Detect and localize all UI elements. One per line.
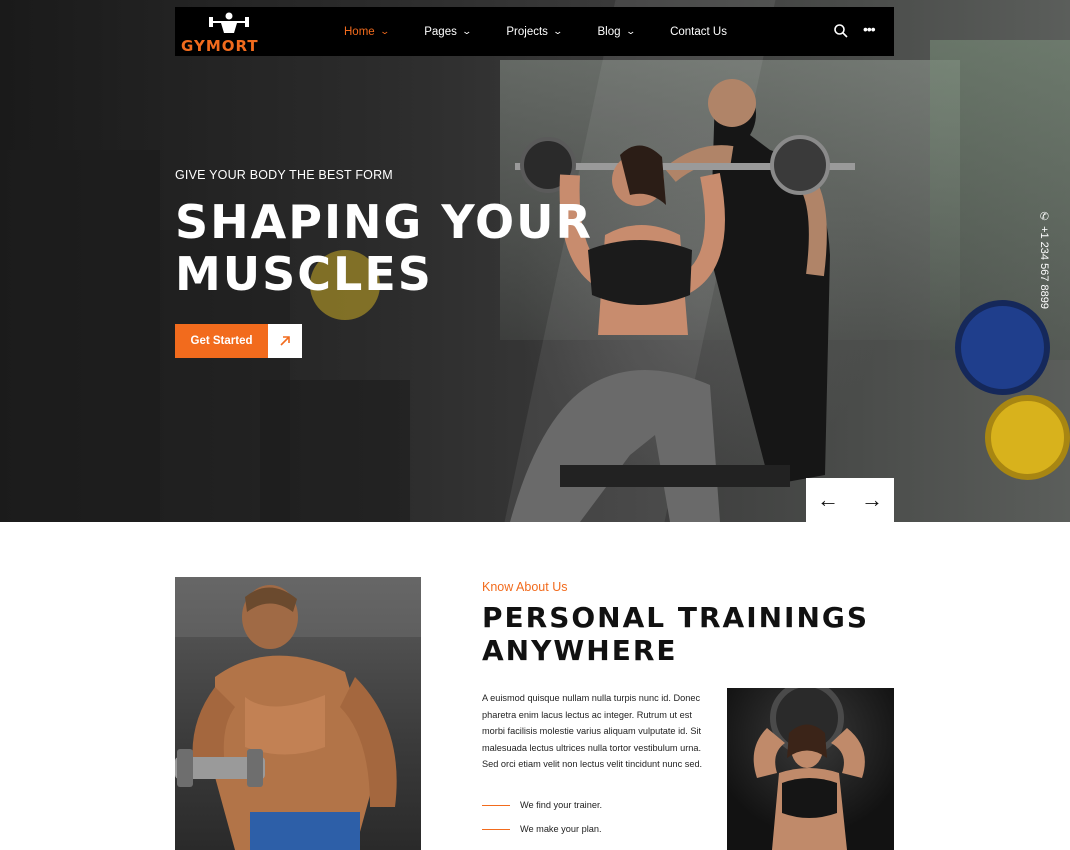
- about-title-line-2: ANYWHERE: [482, 634, 678, 667]
- nav-item-pages[interactable]: Pages ⌄: [424, 25, 472, 38]
- nav-item-label: Contact Us: [670, 25, 727, 38]
- hero-title-line-2: MUSCLES: [175, 247, 433, 301]
- hero-eyebrow: GIVE YOUR BODY THE BEST FORM: [175, 168, 393, 182]
- dumbbell-man-logo-icon: [209, 12, 249, 33]
- brand-logo[interactable]: GYMORT: [181, 11, 273, 55]
- nav-item-label: Blog: [597, 25, 621, 38]
- about-title: PERSONAL TRAININGS ANYWHERE: [482, 601, 869, 667]
- hero-title: SHAPING YOUR MUSCLES: [175, 196, 593, 300]
- bullet-item: We find your trainer.: [482, 800, 602, 810]
- bullet-text: We find your trainer.: [520, 800, 603, 810]
- nav-item-contact-us[interactable]: Contact Us: [670, 26, 727, 38]
- chevron-down-icon: ⌄: [552, 26, 563, 36]
- hero-banner: GYMORT Home ⌄ Pages ⌄ Projects ⌄ Blog ⌄ …: [0, 0, 1070, 522]
- brand-name: GYMORT: [181, 37, 259, 55]
- gym-machine-left: [0, 150, 160, 522]
- about-eyebrow: Know About Us: [482, 580, 568, 594]
- phone-icon: ✆: [1038, 210, 1050, 227]
- get-started-label: Get Started: [175, 324, 268, 358]
- bodybuilder-image: [175, 577, 421, 850]
- about-body-text: A euismod quisque nullam nulla turpis nu…: [482, 693, 703, 770]
- nav-item-label: Pages: [424, 25, 457, 38]
- woman-weight-plate-photo: [727, 688, 894, 850]
- nav-item-projects[interactable]: Projects ⌄: [506, 25, 563, 38]
- chevron-down-icon: ⌄: [625, 26, 636, 36]
- gym-bench-left: [260, 380, 410, 522]
- weight-plate-blue: [955, 300, 1050, 395]
- bullet-line: [482, 828, 510, 830]
- nav-item-blog[interactable]: Blog ⌄: [597, 25, 636, 38]
- chevron-down-icon: ⌄: [461, 26, 472, 36]
- arrow-right-icon[interactable]: →: [861, 489, 883, 511]
- more-dots-icon[interactable]: •••: [863, 21, 876, 37]
- bullet-item: We make your plan.: [482, 824, 602, 834]
- arrow-left-icon[interactable]: ←: [817, 489, 839, 511]
- woman-athlete-image: [753, 688, 865, 850]
- phone-number-vertical[interactable]: ✆ +1 234 567 8899: [1037, 210, 1051, 320]
- about-title-line-1: PERSONAL TRAININGS: [482, 601, 870, 634]
- chevron-down-icon: ⌄: [379, 26, 390, 36]
- nav-item-home[interactable]: Home ⌄: [344, 25, 390, 38]
- bullet-line: [482, 804, 510, 806]
- main-navbar: GYMORT Home ⌄ Pages ⌄ Projects ⌄ Blog ⌄ …: [175, 7, 894, 56]
- nav-item-label: Home: [344, 25, 375, 38]
- slider-controls: ← →: [806, 478, 894, 522]
- nav-item-label: Projects: [506, 25, 548, 38]
- bullet-text: We make your plan.: [520, 824, 602, 834]
- phone-number: +1 234 567 8899: [1038, 226, 1050, 309]
- search-icon[interactable]: [833, 23, 849, 39]
- hero-title-line-1: SHAPING YOUR: [175, 195, 593, 249]
- weight-plate-yellow: [985, 395, 1070, 480]
- bodybuilder-photo: [175, 577, 421, 850]
- nav-menu: Home ⌄ Pages ⌄ Projects ⌄ Blog ⌄ Contact…: [344, 7, 763, 56]
- arrow-up-right-icon: [268, 324, 302, 358]
- get-started-button[interactable]: Get Started: [175, 324, 302, 358]
